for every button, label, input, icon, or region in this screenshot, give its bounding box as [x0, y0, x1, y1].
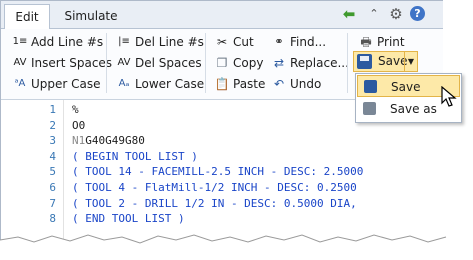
tab-edit[interactable]: Edit — [4, 4, 50, 30]
code-line[interactable]: ( TOOL 4 - FlatMill-1/2 INCH - DESC: 0.2… — [72, 180, 357, 196]
binoculars-icon: ⚭ — [274, 35, 284, 48]
paste-label: Paste — [233, 77, 266, 91]
insert-spaces-icon: AV — [13, 57, 27, 68]
menu-item-save-as-label: Save as — [390, 102, 437, 116]
printer-icon: 🖶 — [360, 35, 372, 49]
replace-icon: ⇄ — [273, 56, 285, 70]
line-number: 6 — [49, 181, 56, 194]
line-number: 5 — [49, 165, 56, 179]
back-arrow-icon[interactable]: ⬅ — [341, 6, 357, 22]
line-number: 7 — [49, 196, 56, 210]
paste-button[interactable]: 📋 Paste — [213, 74, 266, 94]
undo-button[interactable]: ↶ Undo — [270, 74, 321, 94]
cut-label: Cut — [233, 35, 254, 49]
line-number: 2 — [49, 118, 56, 132]
cut-button[interactable]: ✂ Cut — [213, 32, 254, 52]
tab-simulate[interactable]: Simulate — [56, 4, 126, 28]
ribbon-divider — [205, 33, 206, 93]
collapse-ribbon-icon[interactable]: ⌃ — [366, 6, 382, 22]
lower-case-icon: Aₐ — [118, 78, 130, 89]
copy-icon: ❐ — [216, 56, 228, 70]
line-numbers-icon: 1≡ — [12, 36, 28, 47]
lower-case-label: Lower Case — [135, 77, 205, 91]
line-number: 3 — [49, 134, 56, 148]
save-as-icon — [363, 102, 376, 115]
paste-icon: 📋 — [214, 77, 230, 91]
delete-spaces-label: Del Spaces — [135, 56, 202, 70]
add-line-numbers-button[interactable]: 1≡ Add Line #s — [11, 32, 104, 52]
code-line[interactable]: N1G40G49G80 — [72, 133, 145, 149]
delete-line-numbers-button[interactable]: |≡ Del Line #s — [115, 32, 204, 52]
delete-spaces-icon: AV — [117, 57, 131, 68]
lower-case-button[interactable]: Aₐ Lower Case — [115, 74, 205, 94]
code-line[interactable]: ( TOOL 14 - FACEMILL-2.5 INCH - DESC: 2.… — [72, 164, 363, 180]
print-button[interactable]: 🖶 Print — [357, 32, 405, 52]
ribbon-divider — [347, 33, 348, 93]
insert-spaces-label: Insert Spaces — [31, 56, 113, 70]
gear-icon[interactable]: ⚙ — [388, 6, 404, 22]
help-icon[interactable]: ? — [410, 6, 425, 21]
line-number: 1 — [49, 103, 56, 116]
line-number-gutter: 1 2 3 4 5 6 7 8 — [1, 100, 64, 244]
undo-label: Undo — [290, 77, 322, 91]
floppy-disk-icon — [357, 54, 372, 69]
code-line[interactable]: % — [72, 102, 79, 118]
ribbon-divider — [106, 33, 107, 93]
upper-case-button[interactable]: ᵃA Upper Case — [11, 74, 101, 94]
print-label: Print — [377, 35, 405, 49]
upper-case-icon: ᵃA — [14, 78, 26, 89]
add-line-numbers-label: Add Line #s — [31, 35, 104, 49]
copy-label: Copy — [233, 56, 264, 70]
insert-spaces-button[interactable]: AV Insert Spaces — [11, 53, 112, 73]
upper-case-label: Upper Case — [31, 77, 101, 91]
code-text: G40G49G80 — [85, 134, 145, 148]
delete-spaces-button[interactable]: AV Del Spaces — [115, 53, 202, 73]
undo-icon: ↶ — [273, 77, 285, 91]
torn-edge-decoration — [0, 234, 473, 260]
menu-item-save-label: Save — [391, 80, 421, 94]
ribbon-tab-strip: Edit Simulate ⬅ ⌃ ⚙ ? — [1, 1, 443, 30]
line-number: 4 — [49, 149, 56, 163]
delete-line-numbers-icon: |≡ — [118, 36, 130, 47]
save-split-button[interactable]: Save ▼ — [353, 51, 418, 72]
replace-button[interactable]: ⇄ Replace... — [270, 53, 349, 73]
mouse-cursor-icon — [441, 86, 457, 107]
delete-line-numbers-label: Del Line #s — [135, 35, 204, 49]
code-line[interactable]: ( TOOL 2 - DRILL 1/2 IN - DESC: 0.5000 D… — [72, 196, 357, 212]
find-label: Find... — [290, 35, 327, 49]
find-button[interactable]: ⚭ Find... — [270, 32, 326, 52]
line-number: 8 — [49, 212, 56, 226]
replace-label: Replace... — [290, 56, 349, 70]
code-line[interactable]: O0 — [72, 118, 85, 134]
chevron-down-icon[interactable]: ▼ — [404, 52, 417, 71]
code-line[interactable]: ( END TOOL LIST ) — [72, 211, 185, 227]
copy-button[interactable]: ❐ Copy — [213, 53, 264, 73]
code-line[interactable]: ( BEGIN TOOL LIST ) — [72, 149, 198, 165]
floppy-disk-icon — [364, 80, 377, 93]
sequence-number: N1 — [72, 134, 86, 148]
scissors-icon: ✂ — [216, 35, 228, 49]
